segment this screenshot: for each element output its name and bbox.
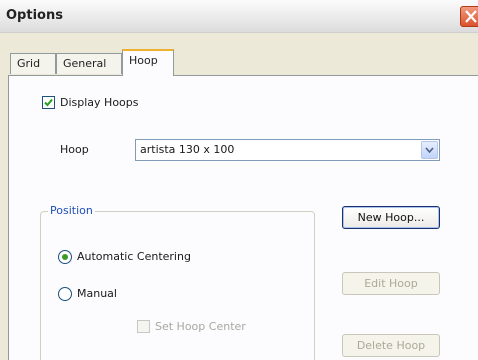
tab-grid-label: Grid [17,57,41,70]
automatic-centering-label[interactable]: Automatic Centering [77,250,191,263]
set-hoop-center-checkbox [137,320,150,333]
delete-hoop-button: Delete Hoop [342,334,440,357]
edit-hoop-button: Edit Hoop [342,272,440,295]
radio-selected-dot [62,254,68,260]
title-bar[interactable]: Options [0,0,478,33]
tab-grid[interactable]: Grid [10,53,56,74]
new-hoop-button[interactable]: New Hoop... [342,206,440,229]
manual-label[interactable]: Manual [77,287,117,300]
automatic-centering-radio[interactable] [58,250,72,264]
tab-general-label: General [63,57,107,70]
tab-general[interactable]: General [56,53,122,74]
position-groupbox [40,211,315,360]
tab-hoop-label: Hoop [129,54,158,67]
set-hoop-center-label: Set Hoop Center [155,320,246,333]
hoop-dropdown-value: artista 130 x 100 [140,143,235,156]
hoop-dropdown[interactable]: artista 130 x 100 [135,139,440,161]
close-icon [465,10,477,23]
close-button[interactable] [460,6,478,27]
options-dialog: Options Grid General Hoop Display Hoops … [0,0,478,360]
chevron-down-icon [425,147,434,153]
window-title: Options [6,8,63,23]
display-hoops-checkbox[interactable] [42,96,55,109]
display-hoops-label[interactable]: Display Hoops [60,96,139,109]
position-group-title: Position [48,204,95,217]
hoop-select-label: Hoop [60,143,89,156]
tab-hoop[interactable]: Hoop [122,49,174,76]
checkmark-icon [44,98,53,107]
dropdown-arrow-button[interactable] [421,141,438,159]
manual-radio[interactable] [58,287,72,301]
